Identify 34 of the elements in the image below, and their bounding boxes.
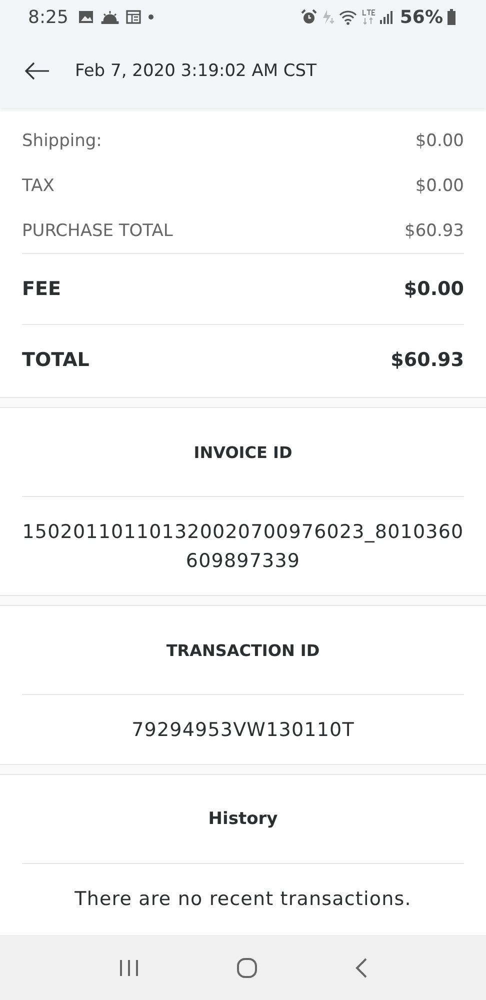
data-saver-icon	[320, 9, 335, 25]
line-item-label: PURCHASE TOTAL	[22, 220, 173, 240]
signal-icon	[378, 10, 393, 24]
line-item-label: TAX	[22, 176, 54, 196]
home-icon	[236, 956, 258, 978]
battery-icon	[447, 9, 456, 25]
back-button[interactable]	[24, 62, 50, 80]
image-icon	[78, 10, 94, 24]
clock-time: 8:25	[28, 6, 68, 28]
line-item-amount: $60.93	[404, 220, 464, 240]
back-chevron-icon	[354, 956, 368, 978]
recent-apps-icon	[118, 958, 140, 978]
section-heading: History	[22, 775, 464, 864]
wifi-icon	[338, 10, 357, 24]
dot-icon	[148, 14, 154, 20]
newspaper-icon	[126, 10, 142, 24]
section-heading: INVOICE ID	[22, 408, 464, 497]
battery-percentage: 56%	[400, 6, 443, 28]
line-item-amount: $0.00	[404, 278, 464, 300]
line-item-label: TOTAL	[22, 349, 90, 371]
back-arrow-icon	[24, 62, 50, 80]
alarm-icon	[300, 9, 317, 25]
line-item-amount: $60.93	[390, 349, 464, 371]
line-item-label: Shipping:	[22, 130, 102, 150]
lte-signal-icon	[360, 9, 375, 25]
line-item-label: FEE	[22, 278, 61, 300]
line-item-amount: $0.00	[415, 176, 464, 196]
line-item-amount: $0.00	[415, 130, 464, 150]
section-value: There are no recent transactions.	[74, 887, 412, 912]
section-heading: TRANSACTION ID	[22, 606, 464, 695]
sunrise-icon	[101, 10, 120, 24]
section-value: 79294953VW130110T	[130, 718, 356, 743]
header-title: Feb 7, 2020 3:19:02 AM CST	[75, 61, 316, 81]
section-value: 150201101101320020700976023_8010360609897339	[22, 520, 464, 574]
